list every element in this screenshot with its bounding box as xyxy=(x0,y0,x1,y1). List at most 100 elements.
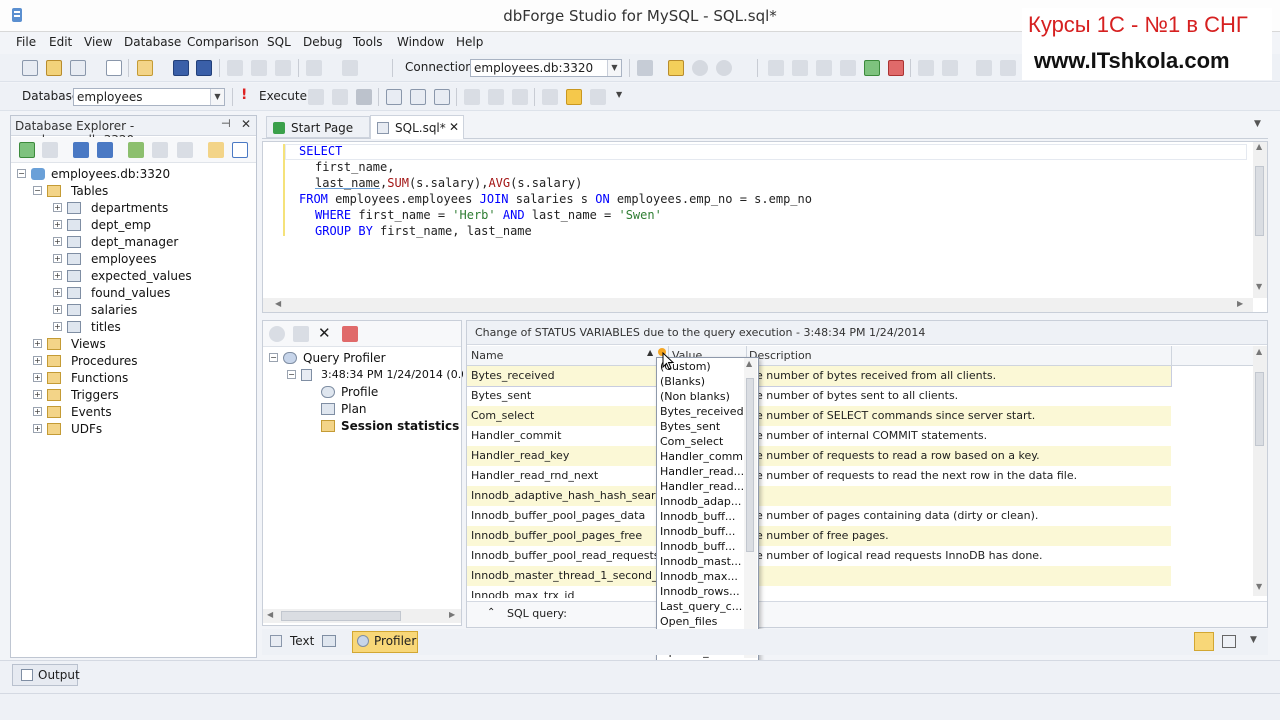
scrollbar-thumb[interactable] xyxy=(746,378,754,552)
expand-icon[interactable]: + xyxy=(33,339,42,348)
redo-icon[interactable] xyxy=(342,60,358,76)
scrollbar-thumb[interactable] xyxy=(1255,372,1264,446)
database-sync-icon[interactable] xyxy=(716,60,732,76)
table-row[interactable]: Handler_read_key he number of requests to… xyxy=(467,446,1171,466)
chevron-down-icon[interactable]: ▼ xyxy=(1254,119,1261,129)
close-icon[interactable]: ✕ xyxy=(449,120,459,134)
compare-icon[interactable] xyxy=(293,326,309,342)
scroll-right-icon[interactable]: ▶ xyxy=(449,610,455,619)
menu-database[interactable]: Database xyxy=(124,35,181,49)
scroll-left-icon[interactable]: ◀ xyxy=(267,610,273,619)
scrollbar-thumb[interactable] xyxy=(281,611,401,621)
scrollbar-thumb[interactable] xyxy=(1255,166,1264,236)
expand-icon[interactable]: + xyxy=(33,390,42,399)
refresh-icon[interactable] xyxy=(19,142,35,158)
chevron-down-icon[interactable]: ▼ xyxy=(616,90,622,99)
expand-icon[interactable]: + xyxy=(53,220,62,229)
forward-icon[interactable] xyxy=(97,142,113,158)
comment-icon[interactable] xyxy=(976,60,992,76)
filter-option[interactable]: Open_files xyxy=(660,615,717,630)
stop-icon[interactable] xyxy=(356,89,372,105)
menu-debug[interactable]: Debug xyxy=(303,35,342,49)
tab-sql-file[interactable]: SQL.sql* ✕ xyxy=(370,115,464,139)
filter-option[interactable]: Last_query_c... xyxy=(660,600,742,615)
filter-option[interactable]: Innodb_buff... xyxy=(660,525,735,540)
table-row[interactable]: Bytes_received he number of bytes receive… xyxy=(467,366,1172,387)
menu-view[interactable]: View xyxy=(84,35,112,49)
database-icon[interactable] xyxy=(692,60,708,76)
scroll-up-icon[interactable]: ▲ xyxy=(1256,142,1262,151)
execute-button[interactable]: Execute xyxy=(259,89,307,103)
dropdown-vscrollbar[interactable]: ▲ ▼ xyxy=(744,358,757,658)
scroll-left-icon[interactable]: ◀ xyxy=(275,299,281,308)
new-document-icon[interactable] xyxy=(70,60,86,76)
filter-option[interactable]: Com_select xyxy=(660,435,723,450)
table-row[interactable]: Innodb_buffer_pool_read_requests he numbe… xyxy=(467,546,1171,566)
properties-icon[interactable] xyxy=(232,142,248,158)
pin-icon[interactable]: ⊣ xyxy=(221,117,231,130)
filter-option[interactable]: Bytes_sent xyxy=(660,420,720,435)
profiler-mode-icon[interactable] xyxy=(566,89,582,105)
expand-icon[interactable]: + xyxy=(53,288,62,297)
chevron-down-icon[interactable]: ▼ xyxy=(607,60,621,76)
scroll-down-icon[interactable]: ▼ xyxy=(1256,282,1262,291)
connection-combo[interactable]: employees.db:3320 ▼ xyxy=(470,59,622,77)
profiler-view-button[interactable]: Profiler xyxy=(352,631,418,653)
filter-option[interactable]: Innodb_adap... xyxy=(660,495,741,510)
cut-icon[interactable] xyxy=(227,60,243,76)
filter-option[interactable]: (Non blanks) xyxy=(660,390,730,405)
table-row[interactable]: Com_select he number of SELECT commands s… xyxy=(467,406,1171,426)
sql-editor[interactable]: SELECT first_name, last_name,SUM(s.salar… xyxy=(262,141,1268,313)
collapse-icon[interactable]: − xyxy=(287,370,296,379)
filter-option[interactable]: Handler_read... xyxy=(660,465,744,480)
editor-hscrollbar[interactable]: ◀ ▶ xyxy=(263,298,1253,312)
collapse-icon[interactable]: − xyxy=(269,353,278,362)
menu-comparison[interactable]: Comparison xyxy=(187,35,259,49)
expand-icon[interactable]: ⌃ xyxy=(487,607,495,618)
col-name-header[interactable]: Name xyxy=(471,349,503,362)
format-icon[interactable] xyxy=(768,60,784,76)
menu-help[interactable]: Help xyxy=(456,35,483,49)
expand-icon[interactable]: + xyxy=(33,407,42,416)
menu-file[interactable]: File xyxy=(16,35,36,49)
menu-window[interactable]: Window xyxy=(397,35,444,49)
edit-connection-icon[interactable] xyxy=(668,60,684,76)
expand-icon[interactable]: + xyxy=(53,254,62,263)
download-icon[interactable] xyxy=(488,89,504,105)
execute-icon[interactable]: ! xyxy=(241,87,247,103)
expand-icon[interactable]: + xyxy=(53,271,62,280)
filter-icon[interactable] xyxy=(208,142,224,158)
open-icon[interactable] xyxy=(137,60,153,76)
execute-current-icon[interactable] xyxy=(308,89,324,105)
expand-icon[interactable]: + xyxy=(53,305,62,314)
close-icon[interactable]: ✕ xyxy=(241,117,251,131)
menu-sql[interactable]: SQL xyxy=(267,35,291,49)
clear-format-icon[interactable] xyxy=(816,60,832,76)
expand-icon[interactable]: + xyxy=(53,237,62,246)
stop-icon[interactable] xyxy=(42,142,58,158)
database-combo[interactable]: employees ▼ xyxy=(73,88,225,106)
table-row[interactable]: Innodb_max_trx_id xyxy=(467,586,1171,598)
compare-icon[interactable] xyxy=(512,89,528,105)
new-file-icon[interactable] xyxy=(106,60,122,76)
expand-icon[interactable]: + xyxy=(33,424,42,433)
filter-option[interactable]: Handler_read... xyxy=(660,480,744,495)
table-row[interactable]: Handler_read_rnd_next he number of reques… xyxy=(467,466,1171,486)
copy-icon[interactable] xyxy=(251,60,267,76)
expand-icon[interactable]: + xyxy=(53,203,62,212)
layout-full-icon[interactable] xyxy=(1222,635,1236,648)
expand-icon[interactable]: + xyxy=(53,322,62,331)
filter-option[interactable]: Innodb_mast... xyxy=(660,555,741,570)
tab-start-page[interactable]: Start Page xyxy=(266,116,370,138)
uncomment-icon[interactable] xyxy=(1000,60,1016,76)
paste-icon[interactable] xyxy=(275,60,291,76)
layout-split-icon[interactable] xyxy=(1194,632,1214,651)
sort-asc-icon[interactable]: ▲ xyxy=(647,348,653,357)
settings-icon[interactable] xyxy=(590,89,606,105)
script-icon[interactable] xyxy=(386,89,402,105)
clear-icon[interactable] xyxy=(342,326,358,342)
menu-edit[interactable]: Edit xyxy=(49,35,72,49)
table-row[interactable]: Handler_commit he number of internal COMM… xyxy=(467,426,1171,446)
disconnect-icon[interactable] xyxy=(177,142,193,158)
new-profile-icon[interactable] xyxy=(269,326,285,342)
